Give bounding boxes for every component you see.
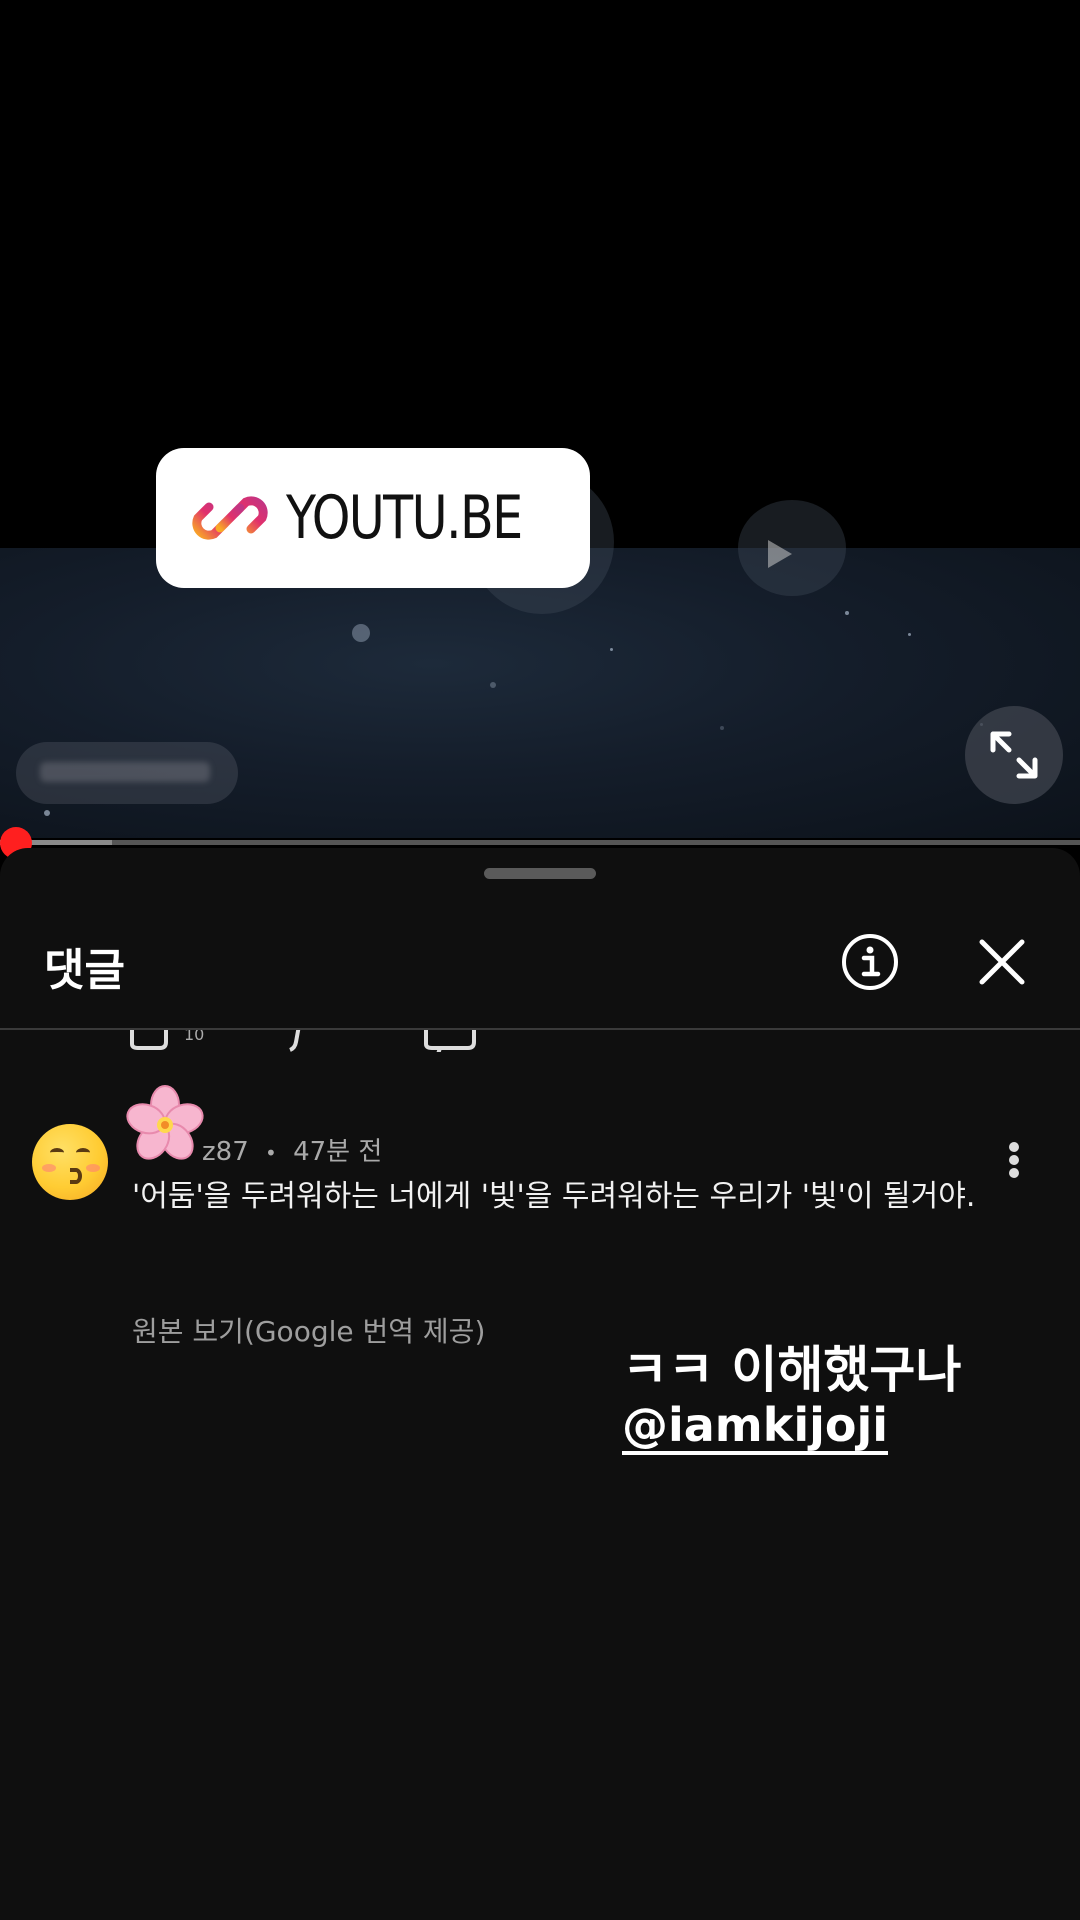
info-icon[interactable]	[840, 932, 900, 992]
close-icon[interactable]	[976, 936, 1028, 988]
blurred-chip	[16, 742, 238, 804]
comment-meta: z87 • 47분 전	[202, 1131, 382, 1168]
meta-separator: •	[265, 1141, 277, 1165]
comment-text: '어둠'을 두려워하는 너에게 '빛'을 두려워하는 우리가 '빛'이 될거야.	[132, 1179, 976, 1214]
comments-title: 댓글	[44, 945, 125, 996]
video-progress-track[interactable]	[0, 840, 1080, 845]
link-icon	[192, 496, 268, 540]
show-original-link[interactable]: 원본 보기(Google 번역 제공)	[132, 1310, 485, 1350]
fullscreen-expand-icon	[990, 731, 1038, 779]
link-sticker-text: YOUTU.BE	[286, 483, 523, 553]
sheet-drag-handle[interactable]	[484, 868, 596, 879]
link-sticker[interactable]: YOUTU.BE	[156, 448, 590, 588]
fullscreen-expand-button[interactable]	[965, 706, 1063, 804]
comment-username[interactable]: z87	[202, 1137, 249, 1167]
svg-text:10: 10	[184, 1030, 204, 1044]
player-control-ghost	[738, 500, 846, 596]
commenter-avatar[interactable]	[32, 1124, 108, 1200]
play-next-icon	[768, 540, 792, 568]
comment-time: 47분 전	[293, 1137, 383, 1167]
previous-comment-actions-clipped: 10	[120, 1030, 480, 1052]
cherry-blossom-icon	[126, 1085, 204, 1160]
story-mention[interactable]: @iamkijoji	[622, 1398, 888, 1452]
story-caption: ㅋㅋ 이해했구나	[622, 1341, 962, 1399]
more-vertical-icon[interactable]	[1004, 1140, 1024, 1180]
